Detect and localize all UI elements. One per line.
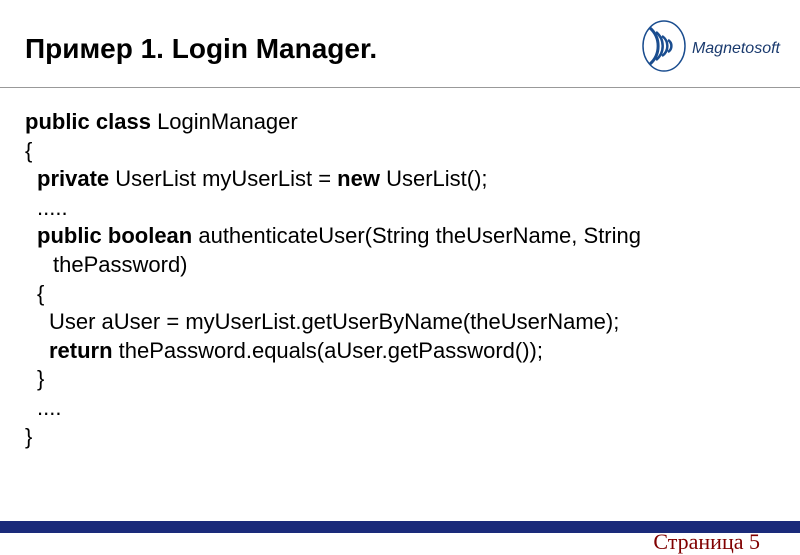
page-number: Страница 5 bbox=[653, 529, 760, 555]
code-content: public class LoginManager { private User… bbox=[0, 88, 800, 471]
code-text: UserList(); bbox=[380, 166, 488, 191]
code-line: return thePassword.equals(aUser.getPassw… bbox=[25, 337, 775, 366]
keyword: return bbox=[49, 338, 113, 363]
keyword: private bbox=[37, 166, 109, 191]
code-line: public boolean authenticateUser(String t… bbox=[25, 222, 775, 251]
code-line: { bbox=[25, 280, 775, 309]
keyword: public class bbox=[25, 109, 151, 134]
code-line: ..... bbox=[25, 194, 775, 223]
code-line: User aUser = myUserList.getUserByName(th… bbox=[25, 308, 775, 337]
code-line: .... bbox=[25, 394, 775, 423]
logo-arc-icon bbox=[642, 20, 686, 77]
code-text: thePassword.equals(aUser.getPassword()); bbox=[113, 338, 543, 363]
magnetosoft-logo: Magnetosoft bbox=[642, 20, 780, 77]
code-line: thePassword) bbox=[25, 251, 775, 280]
code-line: { bbox=[25, 137, 775, 166]
code-text: LoginManager bbox=[151, 109, 298, 134]
code-line: } bbox=[25, 423, 775, 452]
logo-text: Magnetosoft bbox=[692, 40, 780, 58]
code-text: authenticateUser(String theUserName, Str… bbox=[192, 223, 641, 248]
code-text: UserList myUserList = bbox=[109, 166, 337, 191]
code-line: public class LoginManager bbox=[25, 108, 775, 137]
code-line: } bbox=[25, 365, 775, 394]
code-line: private UserList myUserList = new UserLi… bbox=[25, 165, 775, 194]
slide-header: Пример 1. Login Manager. Magnetosoft bbox=[0, 0, 800, 88]
keyword: new bbox=[337, 166, 380, 191]
slide-title: Пример 1. Login Manager. bbox=[25, 33, 377, 65]
keyword: public boolean bbox=[37, 223, 192, 248]
